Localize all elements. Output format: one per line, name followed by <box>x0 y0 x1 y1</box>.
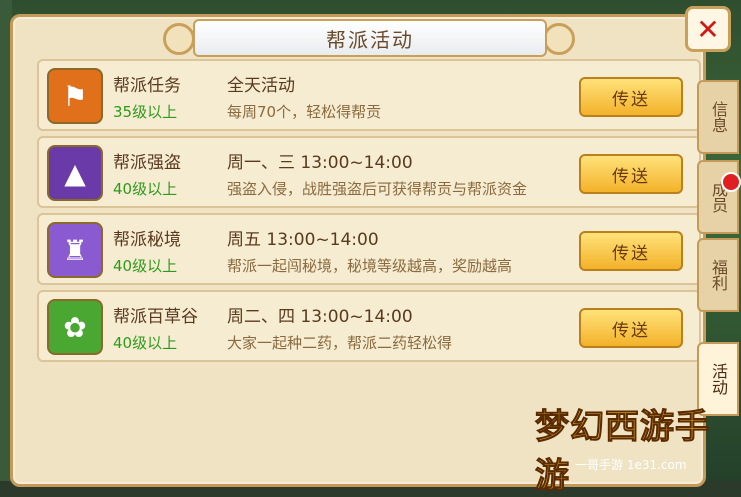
activity-name: 帮派秘境 <box>113 230 181 250</box>
tab-members[interactable]: 成员 <box>697 160 739 234</box>
teleport-button[interactable]: 传送 <box>579 231 683 271</box>
pagoda-icon: ♜ <box>47 222 103 278</box>
teleport-button[interactable]: 传送 <box>579 77 683 117</box>
activity-time: 周二、四 13:00~14:00 <box>227 307 413 327</box>
notification-dot <box>721 172 741 192</box>
activity-desc: 帮派一起闯秘境，秘境等级越高，奖励越高 <box>227 257 513 275</box>
close-icon[interactable]: ✕ <box>685 6 731 52</box>
activity-time: 周一、三 13:00~14:00 <box>227 153 413 173</box>
teleport-button[interactable]: 传送 <box>579 154 683 194</box>
activity-row: ▲ 帮派强盗 40级以上 周一、三 13:00~14:00 强盗入侵，战胜强盗后… <box>37 136 701 208</box>
title-ornament-right <box>543 23 575 55</box>
activity-time: 全天活动 <box>227 76 295 96</box>
activity-desc: 每周70个，轻松得帮贡 <box>227 103 382 121</box>
title-ornament-left <box>163 23 195 55</box>
dialog-title: 帮派活动 <box>193 19 547 57</box>
teleport-button[interactable]: 传送 <box>579 308 683 348</box>
activity-row: ⚑ 帮派任务 35级以上 全天活动 每周70个，轻松得帮贡 传送 <box>37 59 701 131</box>
watermark-title: 梦幻西游手游 <box>535 407 710 497</box>
activity-time: 周五 13:00~14:00 <box>227 230 379 250</box>
activity-level: 40级以上 <box>113 180 178 198</box>
activity-row: ♜ 帮派秘境 40级以上 周五 13:00~14:00 帮派一起闯秘境，秘境等级… <box>37 213 701 285</box>
tab-welfare[interactable]: 福利 <box>697 238 739 312</box>
activity-name: 帮派任务 <box>113 76 181 96</box>
banner-icon: ⚑ <box>47 68 103 124</box>
tab-info[interactable]: 信息 <box>697 80 739 154</box>
activity-desc: 大家一起种二药，帮派二药轻松得 <box>227 334 453 352</box>
activity-level: 40级以上 <box>113 334 178 352</box>
activity-desc: 强盗入侵，战胜强盗后可获得帮贡与帮派资金 <box>227 180 528 198</box>
watermark-logo: 梦幻西游手游 一哥手游 1e31.com <box>535 395 735 497</box>
activity-level: 35级以上 <box>113 103 178 121</box>
activity-name: 帮派百草谷 <box>113 307 198 327</box>
herb-leaf-icon: ✿ <box>47 299 103 355</box>
activity-row: ✿ 帮派百草谷 40级以上 周二、四 13:00~14:00 大家一起种二药，帮… <box>37 290 701 362</box>
activity-name: 帮派强盗 <box>113 153 181 173</box>
watermark-sub: 一哥手游 1e31.com <box>575 458 687 472</box>
bandit-icon: ▲ <box>47 145 103 201</box>
activity-level: 40级以上 <box>113 257 178 275</box>
